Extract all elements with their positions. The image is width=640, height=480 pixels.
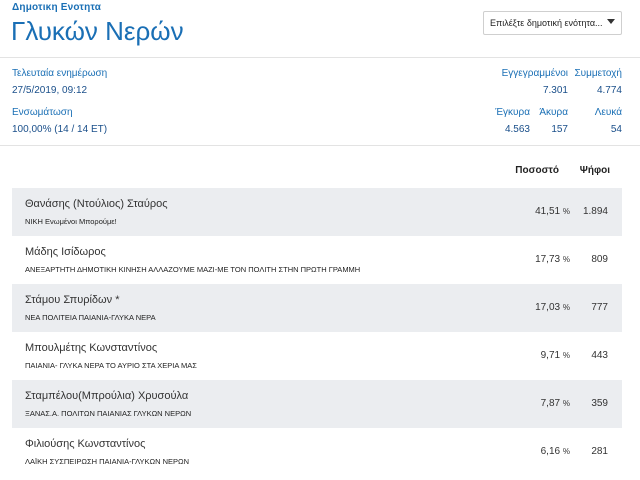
- unit-type-label: Δημοτικη Ενοτητα: [12, 2, 102, 13]
- candidate-name: Μάδης Ισίδωρος: [25, 246, 106, 258]
- table-row: Σταμπέλου(Μπρούλια) Χρυσούλα ΞΑΝΑΣ.Α. ΠΟΛ…: [12, 380, 622, 428]
- percent-value: 17,03: [535, 302, 561, 313]
- percent-value: 6,16: [540, 446, 561, 457]
- percent-cell: 9,71 %: [541, 350, 570, 361]
- table-row: Φιλιούσης Κωνσταντίνος ΛΑΪΚΗ ΣΥΣΠΕΙΡΩΣΗ Π…: [12, 428, 622, 476]
- votes-value: 443: [591, 350, 608, 361]
- percent-value: 17,73: [535, 254, 561, 265]
- registered-value: 7.301: [542, 85, 568, 96]
- integration-label: Ενσωμάτωση: [12, 107, 73, 118]
- percent-unit: %: [562, 399, 570, 408]
- candidate-name: Θανάσης (Ντούλιος) Σταύρος: [25, 198, 168, 210]
- unit-select-dropdown[interactable]: Επιλέξτε δημοτική ενότητα...: [483, 11, 622, 35]
- registered-label: Εγγεγραμμένοι: [501, 68, 568, 79]
- party-name: ΞΑΝΑΣ.Α. ΠΟΛΙΤΩΝ ΠΑΙΑΝΙΑΣ ΓΛΥΚΩΝ ΝΕΡΩΝ: [25, 409, 192, 418]
- votes-value: 359: [591, 398, 608, 409]
- candidate-name: Μπουλμέτης Κωνσταντίνος: [25, 342, 158, 354]
- last-update-value: 27/5/2019, 09:12: [12, 85, 88, 96]
- percent-unit: %: [562, 255, 570, 264]
- percent-cell: 7,87 %: [541, 398, 570, 409]
- candidate-name: Στάμου Σπυρίδων *: [25, 294, 120, 306]
- votes-value: 809: [591, 254, 608, 265]
- percent-cell: 17,73 %: [535, 254, 570, 265]
- percent-unit: %: [562, 351, 570, 360]
- invalid-label: Άκυρα: [539, 107, 568, 118]
- percent-cell: 41,51 %: [535, 206, 570, 217]
- turnout-label: Συμμετοχή: [574, 68, 622, 79]
- turnout-value: 4.774: [596, 85, 622, 96]
- column-header-votes: Ψήφοι: [579, 165, 610, 176]
- party-name: ΝΙΚΗ Ενωμένοι Μπορούμε!: [25, 217, 117, 226]
- valid-value: 4.563: [504, 124, 530, 135]
- percent-cell: 17,03 %: [535, 302, 570, 313]
- votes-value: 281: [591, 446, 608, 457]
- caret-down-icon: [607, 19, 615, 24]
- party-name: ΑΝΕΞΑΡΤΗΤΗ ΔΗΜΟΤΙΚΗ ΚΙΝΗΣΗ ΑΛΛΑΖΟΥΜΕ ΜΑΖ…: [25, 265, 361, 274]
- blank-value: 54: [610, 124, 622, 135]
- page-title: Γλυκών Νερών: [11, 16, 184, 46]
- percent-unit: %: [562, 303, 570, 312]
- valid-label: Έγκυρα: [495, 107, 530, 118]
- invalid-value: 157: [551, 124, 568, 135]
- party-name: ΠΑΙΑΝΙΑ- ΓΛΥΚΑ ΝΕΡΑ ΤΟ ΑΥΡΙΟ ΣΤΑ ΧΕΡΙΑ Μ…: [25, 361, 197, 370]
- table-row: Μάδης Ισίδωρος ΑΝΕΞΑΡΤΗΤΗ ΔΗΜΟΤΙΚΗ ΚΙΝΗΣΗ…: [12, 236, 622, 284]
- candidate-name: Σταμπέλου(Μπρούλια) Χρυσούλα: [25, 390, 189, 402]
- summary-panel: Τελευταία ενημέρωση 27/5/2019, 09:12 Εγγ…: [0, 58, 640, 146]
- integration-value: 100,00% (14 / 14 ΕΤ): [12, 124, 108, 135]
- last-update-label: Τελευταία ενημέρωση: [12, 68, 108, 79]
- percent-unit: %: [562, 447, 570, 456]
- percent-cell: 6,16 %: [541, 446, 570, 457]
- percent-value: 9,71: [540, 350, 561, 361]
- table-row: Θανάσης (Ντούλιος) Σταύρος ΝΙΚΗ Ενωμένοι …: [12, 188, 622, 236]
- page-header: Δημοτικη Ενοτητα Γλυκών Νερών Επιλέξτε δ…: [0, 0, 640, 58]
- unit-select-text: Επιλέξτε δημοτική ενότητα...: [490, 18, 603, 28]
- column-header-percent: Ποσοστό: [515, 165, 559, 176]
- percent-value: 41,51: [535, 206, 561, 217]
- party-name: ΝΕΑ ΠΟΛΙΤΕΙΑ ΠΑΙΑΝΙΑ-ΓΛΥΚΑ ΝΕΡΑ: [25, 313, 156, 322]
- votes-value: 1.894: [582, 206, 608, 217]
- candidate-name: Φιλιούσης Κωνσταντίνος: [25, 438, 146, 450]
- votes-value: 777: [591, 302, 608, 313]
- percent-unit: %: [562, 207, 570, 216]
- party-name: ΛΑΪΚΗ ΣΥΣΠΕΙΡΩΣΗ ΠΑΙΑΝΙΑ-ΓΛΥΚΩΝ ΝΕΡΩΝ: [25, 457, 190, 466]
- table-row: Μπουλμέτης Κωνσταντίνος ΠΑΙΑΝΙΑ- ΓΛΥΚΑ ΝΕ…: [12, 332, 622, 380]
- blank-label: Λευκά: [594, 107, 622, 118]
- table-row: Στάμου Σπυρίδων * ΝΕΑ ΠΟΛΙΤΕΙΑ ΠΑΙΑΝΙΑ-ΓΛ…: [12, 284, 622, 332]
- percent-value: 7,87: [540, 398, 561, 409]
